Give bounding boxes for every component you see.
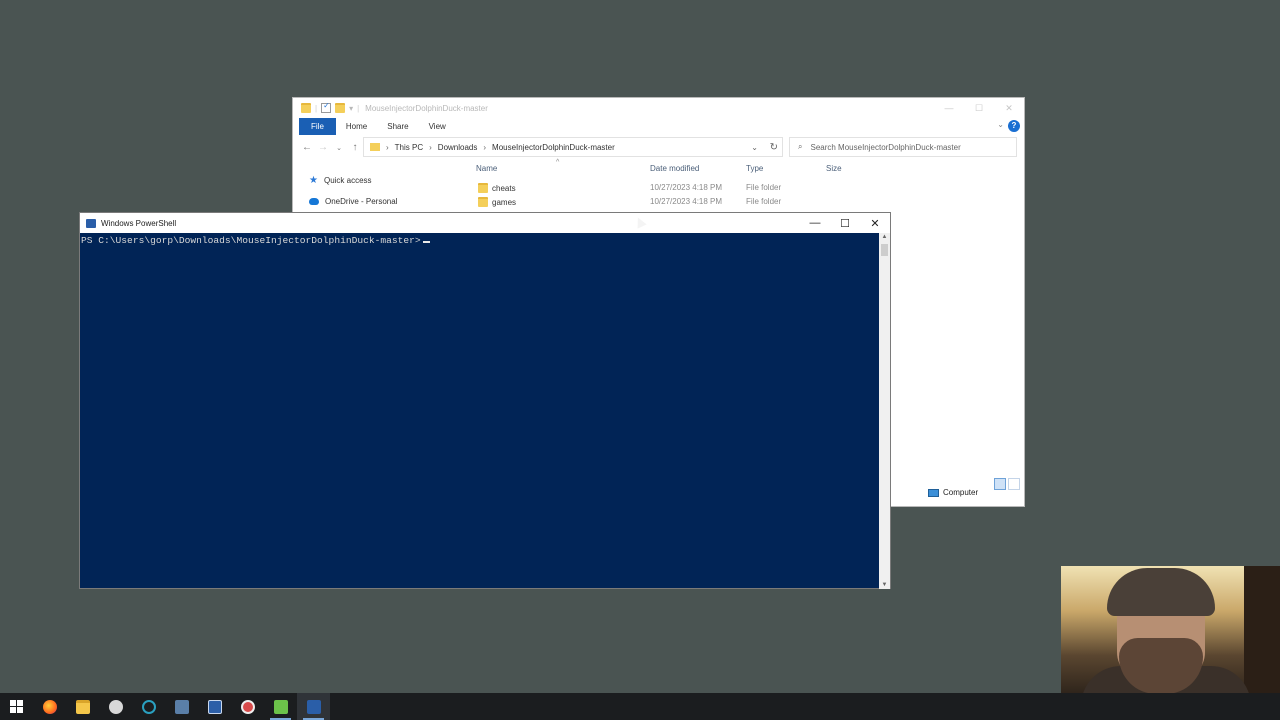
text-cursor — [422, 241, 430, 243]
file-name: games — [492, 197, 517, 207]
tab-share[interactable]: Share — [377, 118, 418, 135]
star-icon: ★ — [309, 174, 318, 186]
start-button[interactable] — [0, 693, 33, 720]
properties-icon[interactable] — [321, 101, 332, 113]
up-arrow-icon[interactable]: ↑ — [347, 142, 363, 153]
file-date: 10/27/2023 4:18 PM — [650, 197, 723, 206]
powershell-icon — [86, 218, 96, 228]
column-header-date[interactable]: Date modified — [650, 164, 699, 178]
taskbar — [0, 693, 1280, 720]
app-icon-2 — [141, 699, 156, 714]
chevron-right-icon[interactable]: › — [429, 143, 432, 152]
tab-view[interactable]: View — [419, 118, 456, 135]
close-button[interactable]: ✕ — [860, 213, 890, 233]
help-icon[interactable]: ? — [1008, 120, 1020, 132]
folder-icon — [478, 183, 488, 193]
chevron-right-icon[interactable]: › — [483, 143, 486, 152]
taskbar-app[interactable] — [99, 693, 132, 720]
folder-icon — [478, 197, 488, 207]
column-header-type[interactable]: Type — [746, 164, 763, 178]
sidebar-item-label: OneDrive - Personal — [325, 196, 398, 206]
powershell-icon — [306, 699, 321, 714]
search-icon: ⌕ — [798, 142, 803, 151]
breadcrumb-current-folder[interactable]: MouseInjectorDolphinDuck-master — [492, 143, 615, 152]
notepad-icon — [207, 699, 222, 714]
minimize-button[interactable]: — — [934, 98, 964, 118]
taskbar-file-explorer[interactable] — [66, 693, 99, 720]
vertical-scrollbar[interactable]: ▲ ▼ — [879, 233, 890, 589]
calculator-icon — [174, 699, 189, 714]
sidebar-item-quick-access[interactable]: ★ Quick access — [309, 173, 372, 187]
app-icon — [108, 699, 123, 714]
file-explorer-icon — [75, 699, 90, 714]
address-bar[interactable]: › This PC › Downloads › MouseInjectorDol… — [363, 137, 783, 157]
new-folder-icon[interactable] — [335, 103, 346, 113]
file-date: 10/27/2023 4:18 PM — [650, 183, 723, 192]
taskbar-powershell[interactable] — [297, 693, 330, 720]
close-button[interactable]: ✕ — [994, 98, 1024, 118]
minimize-button[interactable]: — — [800, 213, 830, 233]
taskbar-app-3[interactable] — [231, 693, 264, 720]
scroll-up-icon[interactable]: ▲ — [879, 234, 890, 240]
table-row[interactable]: games 10/27/2023 4:18 PM File folder — [476, 197, 896, 211]
app-icon-4 — [273, 699, 288, 714]
file-name: cheats — [492, 183, 516, 193]
windows-logo-icon — [10, 700, 23, 713]
sidebar-item-onedrive[interactable]: OneDrive - Personal — [309, 194, 397, 208]
explorer-title: MouseInjectorDolphinDuck-master — [365, 103, 488, 113]
status-location: Computer — [943, 488, 979, 497]
sidebar-item-label: Quick access — [323, 175, 372, 185]
scrollbar-thumb[interactable] — [881, 244, 888, 256]
table-row[interactable]: cheats 10/27/2023 4:18 PM File folder — [476, 183, 896, 197]
maximize-button[interactable]: ☐ — [830, 213, 860, 233]
file-type: File folder — [746, 183, 782, 192]
taskbar-notepad[interactable] — [198, 693, 231, 720]
forward-arrow-icon[interactable]: → — [315, 142, 331, 153]
powershell-window[interactable]: Windows PowerShell — ☐ ✕ PS C:\Users\gor… — [79, 212, 891, 589]
app-icon-3 — [240, 699, 255, 714]
folder-icon — [370, 143, 380, 151]
command-prompt: PS C:\Users\gorp\Downloads\MouseInjector… — [81, 235, 421, 246]
taskbar-app-2[interactable] — [132, 693, 165, 720]
quick-access-dropdown-icon[interactable]: ▾ — [349, 104, 353, 113]
firefox-icon — [42, 699, 57, 714]
cloud-icon — [309, 197, 319, 205]
taskbar-firefox[interactable] — [33, 693, 66, 720]
ribbon-tabs: File Home Share View ⌄ ? — [293, 118, 1024, 135]
computer-icon — [928, 488, 939, 497]
folder-icon — [301, 103, 311, 113]
refresh-icon[interactable]: ↻ — [770, 142, 778, 153]
address-dropdown-icon[interactable]: ⌄ — [751, 143, 758, 152]
navigation-pane: ★ Quick access OneDrive - Personal — [293, 164, 468, 214]
search-input[interactable]: ⌕ Search MouseInjectorDolphinDuck-master — [789, 137, 1017, 157]
breadcrumb-this-pc[interactable]: This PC — [395, 143, 423, 152]
column-header-size[interactable]: Size — [826, 164, 842, 178]
scroll-down-icon[interactable]: ▼ — [879, 582, 890, 588]
expand-ribbon-icon[interactable]: ⌄ — [997, 120, 1004, 129]
details-view-icon[interactable] — [994, 478, 1006, 490]
breadcrumb-downloads[interactable]: Downloads — [438, 143, 478, 152]
back-arrow-icon[interactable]: ← — [299, 142, 315, 153]
chevron-right-icon[interactable]: › — [386, 143, 389, 152]
taskbar-calculator[interactable] — [165, 693, 198, 720]
maximize-button[interactable]: ☐ — [964, 98, 994, 118]
tab-home[interactable]: Home — [336, 118, 377, 135]
taskbar-app-4[interactable] — [264, 693, 297, 720]
console-output[interactable]: PS C:\Users\gorp\Downloads\MouseInjector… — [80, 233, 880, 589]
explorer-titlebar[interactable]: | ▾ | MouseInjectorDolphinDuck-master — … — [293, 98, 1024, 118]
recent-locations-icon[interactable]: ⌄ — [331, 144, 347, 152]
sort-ascending-icon: ^ — [556, 159, 560, 166]
search-placeholder: Search MouseInjectorDolphinDuck-master — [810, 142, 961, 152]
webcam-overlay — [1061, 566, 1280, 694]
column-header-name[interactable]: Name — [476, 164, 497, 178]
large-icons-view-icon[interactable] — [1008, 478, 1020, 490]
navigation-bar: ← → ⌄ ↑ › This PC › Downloads › MouseInj… — [293, 137, 1024, 158]
file-type: File folder — [746, 197, 782, 206]
powershell-titlebar[interactable]: Windows PowerShell — ☐ ✕ — [80, 213, 890, 233]
tab-file[interactable]: File — [299, 118, 336, 135]
powershell-title: Windows PowerShell — [101, 218, 177, 228]
